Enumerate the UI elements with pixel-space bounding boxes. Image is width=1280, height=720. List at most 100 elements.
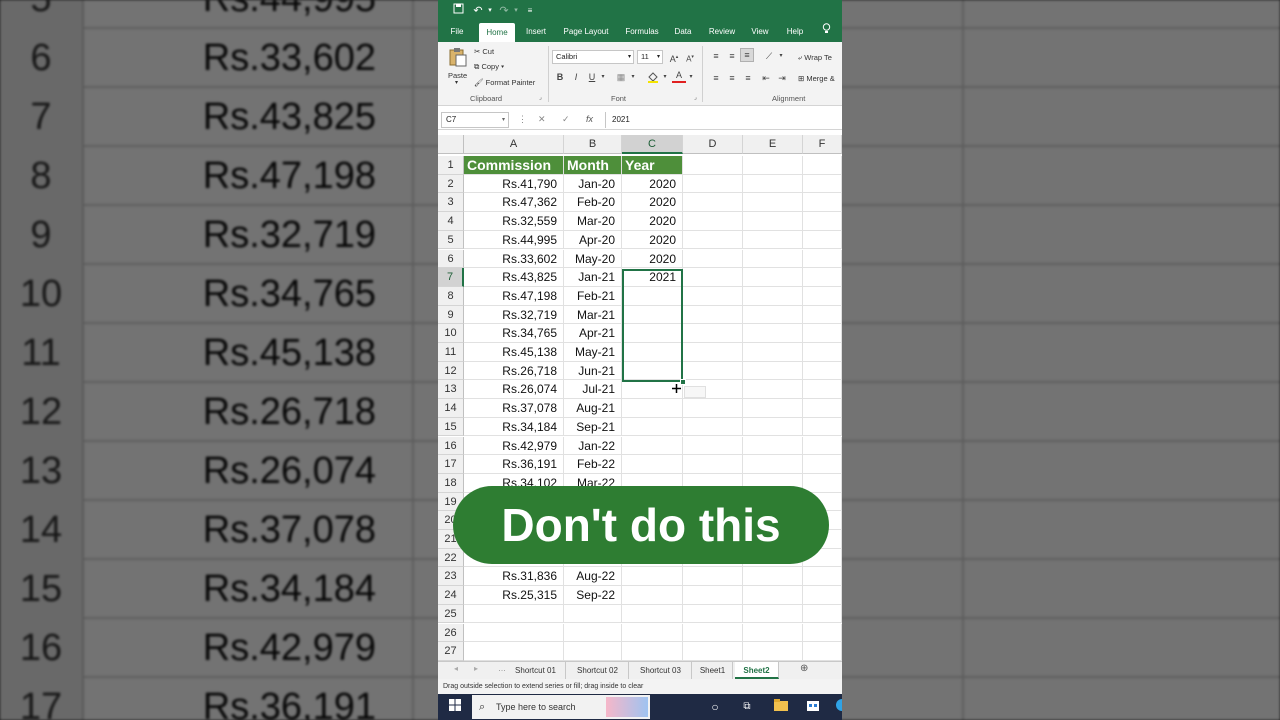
cell-year[interactable] bbox=[622, 455, 683, 474]
cell-commission[interactable]: Rs.47,362 bbox=[464, 193, 564, 213]
empty-cell[interactable] bbox=[683, 623, 743, 643]
cortana-icon[interactable]: ○ bbox=[706, 698, 724, 716]
column-header-a[interactable]: A bbox=[464, 135, 564, 154]
cell-month[interactable]: Jun-21 bbox=[564, 361, 622, 381]
cell-year[interactable] bbox=[622, 567, 683, 587]
orientation-icon[interactable]: ⟋ bbox=[762, 50, 776, 62]
row-header[interactable]: 6 bbox=[438, 249, 464, 269]
insert-function-icon[interactable]: fx bbox=[586, 114, 593, 124]
empty-cell[interactable] bbox=[683, 436, 743, 456]
empty-cell[interactable] bbox=[803, 249, 842, 269]
cell-commission[interactable]: Rs.25,315 bbox=[464, 586, 564, 605]
sheet-tab-shortcut-03[interactable]: Shortcut 03 bbox=[630, 662, 692, 679]
cell-month[interactable] bbox=[564, 642, 622, 661]
empty-cell[interactable] bbox=[683, 361, 743, 381]
underline-dropdown-icon[interactable]: ▾ bbox=[599, 71, 607, 83]
empty-cell[interactable] bbox=[803, 212, 842, 231]
customize-toolbar-icon[interactable]: ≡ bbox=[522, 3, 538, 19]
empty-cell[interactable] bbox=[743, 174, 803, 194]
empty-cell[interactable] bbox=[683, 642, 743, 661]
italic-button[interactable]: I bbox=[570, 71, 582, 83]
cell-year[interactable]: 2020 bbox=[622, 193, 683, 213]
empty-cell[interactable] bbox=[803, 473, 842, 493]
cell-year[interactable] bbox=[622, 623, 683, 643]
cell-month[interactable]: Jan-22 bbox=[564, 436, 622, 456]
empty-cell[interactable] bbox=[743, 623, 803, 643]
row-header[interactable]: 7 bbox=[438, 268, 464, 287]
row-header[interactable]: 16 bbox=[438, 436, 464, 456]
cancel-icon[interactable]: ✕ bbox=[538, 114, 546, 125]
row-header[interactable]: 4 bbox=[438, 212, 464, 231]
cell-year[interactable]: 2020 bbox=[622, 212, 683, 231]
sheet-list-icon[interactable]: … bbox=[498, 664, 506, 673]
tab-file[interactable]: File bbox=[446, 22, 468, 42]
cell-month[interactable] bbox=[564, 623, 622, 643]
cell-month[interactable]: Apr-21 bbox=[564, 324, 622, 343]
empty-cell[interactable] bbox=[743, 567, 803, 587]
empty-cell[interactable] bbox=[803, 455, 842, 474]
paste-icon[interactable] bbox=[448, 47, 468, 67]
row-header[interactable]: 12 bbox=[438, 361, 464, 381]
empty-cell[interactable] bbox=[683, 249, 743, 269]
cell-commission[interactable]: Rs.31,836 bbox=[464, 567, 564, 587]
cell-month[interactable]: Mar-21 bbox=[564, 305, 622, 325]
row-header[interactable]: 10 bbox=[438, 324, 464, 343]
empty-cell[interactable] bbox=[743, 193, 803, 213]
empty-cell[interactable] bbox=[683, 343, 743, 362]
empty-cell[interactable] bbox=[743, 436, 803, 456]
row-header[interactable]: 1 bbox=[438, 156, 464, 175]
clipboard-launcher-icon[interactable]: ⌟ bbox=[539, 94, 542, 101]
cell-month[interactable]: Feb-22 bbox=[564, 455, 622, 474]
cell-month[interactable]: Jul-21 bbox=[564, 380, 622, 400]
cell-commission[interactable] bbox=[464, 642, 564, 661]
row-header[interactable]: 8 bbox=[438, 286, 464, 306]
fill-color-icon[interactable] bbox=[646, 71, 660, 86]
taskbar-search[interactable]: ⌕ Type here to search bbox=[472, 695, 650, 719]
format-painter-button[interactable]: 🖌 Format Painter bbox=[474, 78, 535, 87]
empty-cell[interactable] bbox=[803, 642, 842, 661]
cell-year[interactable] bbox=[622, 324, 683, 343]
store-icon[interactable] bbox=[804, 698, 822, 716]
empty-cell[interactable] bbox=[743, 324, 803, 343]
increase-indent-icon[interactable]: ⇥ bbox=[776, 72, 788, 84]
cell-month[interactable]: May-21 bbox=[564, 343, 622, 362]
row-header[interactable]: 3 bbox=[438, 193, 464, 213]
empty-cell[interactable] bbox=[743, 642, 803, 661]
row-header[interactable]: 26 bbox=[438, 623, 464, 643]
tab-home[interactable]: Home bbox=[479, 23, 515, 42]
column-header-d[interactable]: D bbox=[683, 135, 743, 154]
formula-input[interactable]: 2021 bbox=[605, 112, 842, 128]
empty-cell[interactable] bbox=[683, 212, 743, 231]
lightbulb-icon[interactable] bbox=[818, 22, 834, 42]
empty-cell[interactable] bbox=[803, 361, 842, 381]
font-color-icon[interactable]: A bbox=[672, 70, 686, 83]
cell-commission[interactable]: Rs.32,559 bbox=[464, 212, 564, 231]
empty-cell[interactable] bbox=[803, 305, 842, 325]
font-size-select[interactable]: 11 ▾ bbox=[637, 50, 663, 64]
cell-commission[interactable]: Rs.43,825 bbox=[464, 268, 564, 287]
bold-button[interactable]: B bbox=[554, 71, 566, 83]
empty-cell[interactable] bbox=[683, 230, 743, 250]
empty-cell[interactable] bbox=[743, 417, 803, 437]
empty-cell[interactable] bbox=[803, 156, 842, 175]
empty-cell[interactable] bbox=[743, 230, 803, 250]
empty-cell[interactable] bbox=[803, 623, 842, 643]
header-cell-month[interactable]: Month bbox=[564, 156, 622, 175]
more-options-icon[interactable]: ⋮ bbox=[518, 114, 527, 125]
cell-year[interactable] bbox=[622, 361, 683, 381]
cell-year[interactable] bbox=[622, 305, 683, 325]
align-bottom-icon[interactable]: ≡ bbox=[740, 48, 754, 62]
cell-commission[interactable]: Rs.37,078 bbox=[464, 399, 564, 418]
empty-cell[interactable] bbox=[683, 268, 743, 287]
row-header[interactable]: 27 bbox=[438, 642, 464, 661]
paste-dropdown-icon[interactable]: ▾ bbox=[455, 79, 458, 86]
windows-start-icon[interactable] bbox=[446, 698, 464, 716]
prev-sheet-icon[interactable]: ◂ bbox=[454, 664, 458, 673]
cell-month[interactable]: Sep-22 bbox=[564, 586, 622, 605]
empty-cell[interactable] bbox=[803, 604, 842, 624]
cell-month[interactable]: Sep-21 bbox=[564, 417, 622, 437]
align-center-icon[interactable]: ≡ bbox=[726, 72, 738, 84]
cell-month[interactable]: May-20 bbox=[564, 249, 622, 269]
empty-cell[interactable] bbox=[683, 455, 743, 474]
empty-cell[interactable] bbox=[803, 286, 842, 306]
